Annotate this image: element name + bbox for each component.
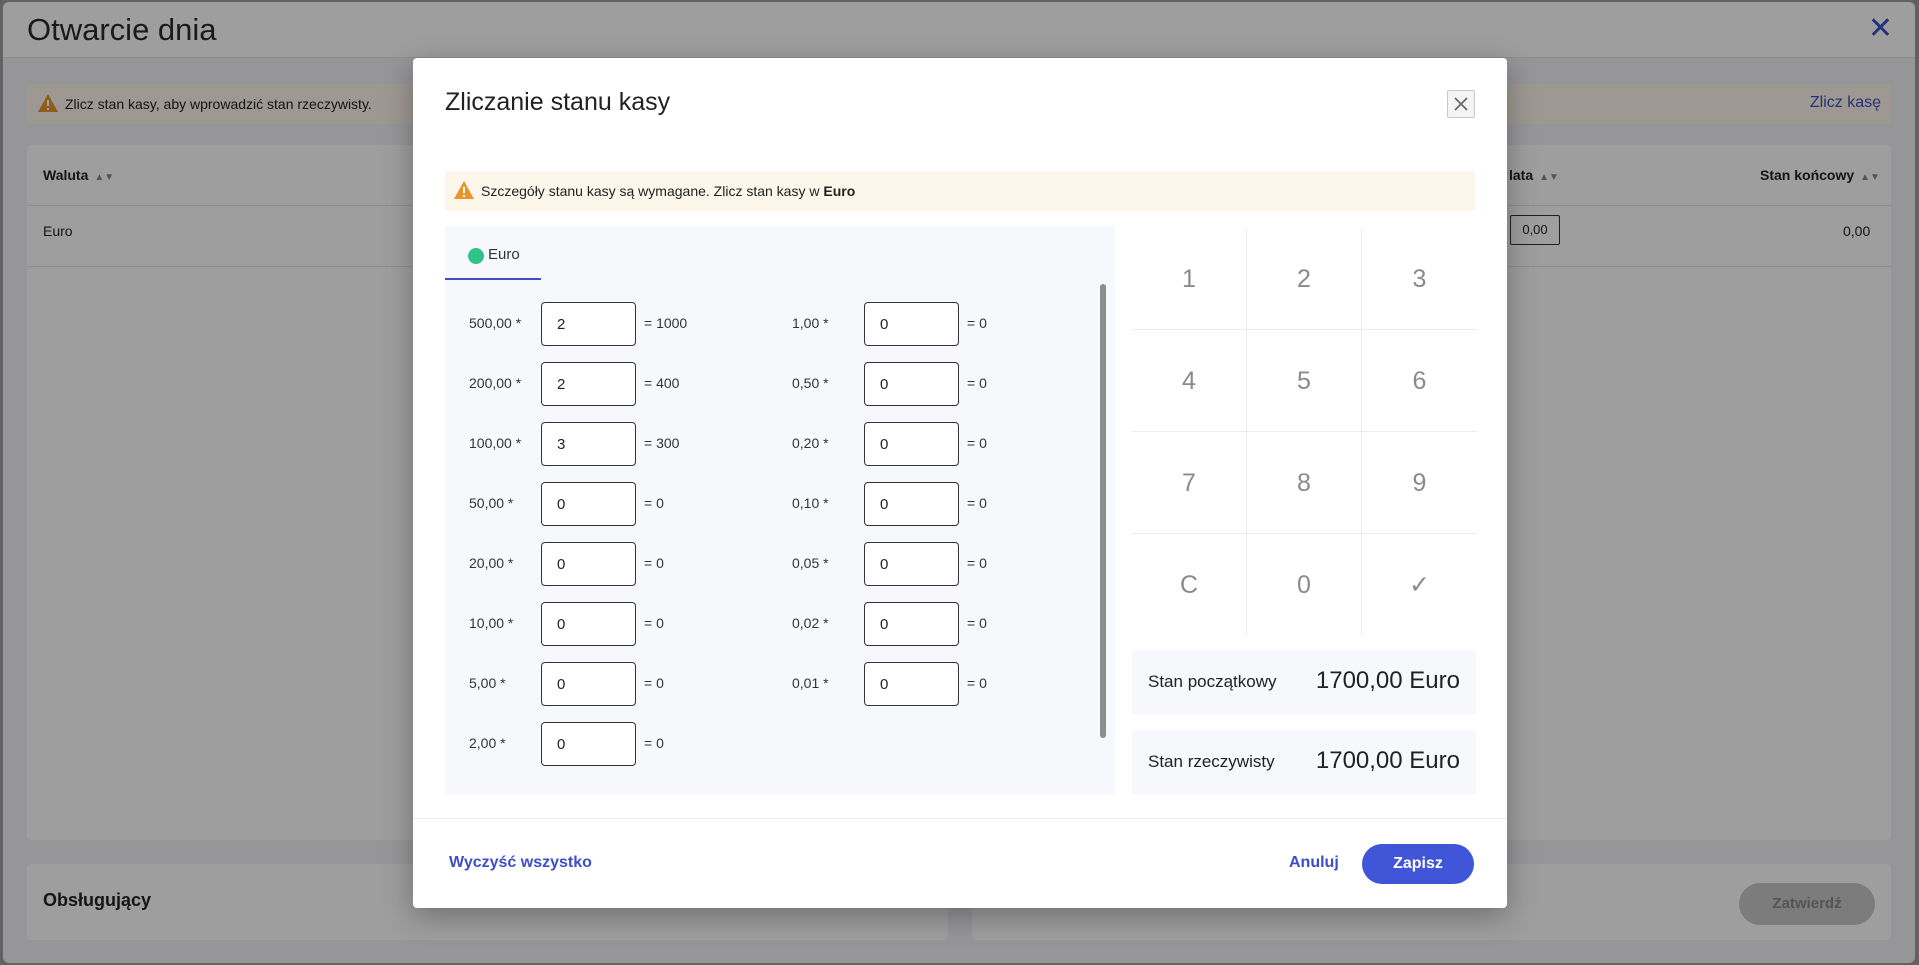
denomination-count-input[interactable]: [541, 662, 636, 706]
denomination-count-input[interactable]: [541, 302, 636, 346]
denomination-counter: Euro 500,00 * = 1000 200,00 * = 400 100,…: [445, 226, 1115, 794]
keypad-key-1[interactable]: 1: [1132, 228, 1247, 330]
denomination-label: 500,00 *: [469, 315, 522, 331]
denomination-result: = 0: [967, 675, 987, 691]
denomination-count-input[interactable]: [864, 362, 959, 406]
denomination-count-input[interactable]: [864, 542, 959, 586]
actual-balance-box: Stan rzeczywisty 1700,00 Euro: [1132, 730, 1476, 794]
cancel-button[interactable]: Anuluj: [1289, 854, 1339, 872]
denomination-count-input[interactable]: [541, 422, 636, 466]
dialog-warning-prefix: Szczegóły stanu kasy są wymagane. Zlicz …: [481, 183, 824, 199]
dialog-warning-text: Szczegóły stanu kasy są wymagane. Zlicz …: [481, 183, 855, 199]
actual-balance-label: Stan rzeczywisty: [1148, 752, 1275, 771]
tab-label: Euro: [488, 246, 520, 263]
close-icon: [1454, 97, 1468, 111]
denomination-result: = 0: [967, 315, 987, 331]
keypad-key-4[interactable]: 4: [1132, 330, 1247, 432]
denomination-label: 0,05 *: [792, 555, 829, 571]
keypad-key-clear[interactable]: C: [1132, 534, 1247, 636]
denomination-count-input[interactable]: [541, 482, 636, 526]
currency-dot-icon: [468, 248, 484, 264]
denomination-result: = 0: [967, 435, 987, 451]
denomination-label: 0,10 *: [792, 495, 829, 511]
denomination-label: 1,00 *: [792, 315, 829, 331]
denomination-result: = 0: [644, 615, 664, 631]
keypad-key-9[interactable]: 9: [1362, 432, 1477, 534]
denomination-count-input[interactable]: [864, 602, 959, 646]
denomination-result: = 0: [967, 615, 987, 631]
denomination-count-input[interactable]: [541, 542, 636, 586]
denomination-result: = 400: [644, 375, 680, 391]
scrollbar[interactable]: [1100, 284, 1106, 738]
denomination-result: = 0: [967, 555, 987, 571]
initial-balance-label: Stan początkowy: [1148, 672, 1277, 691]
denomination-result: = 0: [644, 675, 664, 691]
denomination-count-input[interactable]: [541, 362, 636, 406]
denomination-label: 5,00 *: [469, 675, 506, 691]
dialog-warning-currency: Euro: [823, 183, 856, 199]
denomination-count-input[interactable]: [864, 482, 959, 526]
denomination-label: 100,00 *: [469, 435, 522, 451]
denomination-result: = 1000: [644, 315, 688, 331]
actual-balance-value: 1700,00 Euro: [1315, 747, 1460, 774]
initial-balance-value: 1700,00 Euro: [1315, 667, 1460, 694]
dialog-close-button[interactable]: [1447, 90, 1475, 118]
warning-icon: [454, 181, 474, 199]
keypad-key-0[interactable]: 0: [1247, 534, 1362, 636]
denomination-result: = 0: [644, 495, 664, 511]
denomination-label: 2,00 *: [469, 735, 506, 751]
initial-balance-box: Stan początkowy 1700,00 Euro: [1132, 650, 1476, 714]
keypad-key-3[interactable]: 3: [1362, 228, 1477, 330]
denomination-label: 0,02 *: [792, 615, 829, 631]
keypad-key-5[interactable]: 5: [1247, 330, 1362, 432]
denomination-count-input[interactable]: [864, 302, 959, 346]
dialog-warning-banner: Szczegóły stanu kasy są wymagane. Zlicz …: [445, 171, 1475, 211]
cash-count-dialog: Zliczanie stanu kasy Szczegóły stanu kas…: [413, 58, 1507, 908]
numeric-keypad: 1 2 3 4 5 6 7 8 9 C 0 ✓: [1132, 228, 1477, 638]
divider: [413, 818, 1507, 819]
clear-all-button[interactable]: Wyczyść wszystko: [449, 854, 592, 872]
denomination-label: 200,00 *: [469, 375, 522, 391]
denomination-label: 20,00 *: [469, 555, 514, 571]
keypad-key-6[interactable]: 6: [1362, 330, 1477, 432]
tab-euro[interactable]: Euro: [445, 226, 541, 280]
denomination-label: 10,00 *: [469, 615, 514, 631]
denomination-count-input[interactable]: [541, 602, 636, 646]
denomination-result: = 0: [967, 375, 987, 391]
denomination-label: 0,50 *: [792, 375, 829, 391]
denomination-result: = 0: [644, 735, 664, 751]
denomination-result: = 0: [967, 495, 987, 511]
dialog-title: Zliczanie stanu kasy: [445, 88, 671, 116]
denomination-label: 0,20 *: [792, 435, 829, 451]
keypad-key-2[interactable]: 2: [1247, 228, 1362, 330]
keypad-key-8[interactable]: 8: [1247, 432, 1362, 534]
denomination-count-input[interactable]: [864, 662, 959, 706]
denomination-count-input[interactable]: [864, 422, 959, 466]
keypad-key-7[interactable]: 7: [1132, 432, 1247, 534]
keypad-confirm-check-icon[interactable]: ✓: [1362, 534, 1477, 636]
denomination-result: = 300: [644, 435, 680, 451]
denomination-result: = 0: [644, 555, 664, 571]
denomination-count-input[interactable]: [541, 722, 636, 766]
save-button[interactable]: Zapisz: [1362, 844, 1474, 884]
denomination-label: 50,00 *: [469, 495, 514, 511]
denomination-label: 0,01 *: [792, 675, 829, 691]
